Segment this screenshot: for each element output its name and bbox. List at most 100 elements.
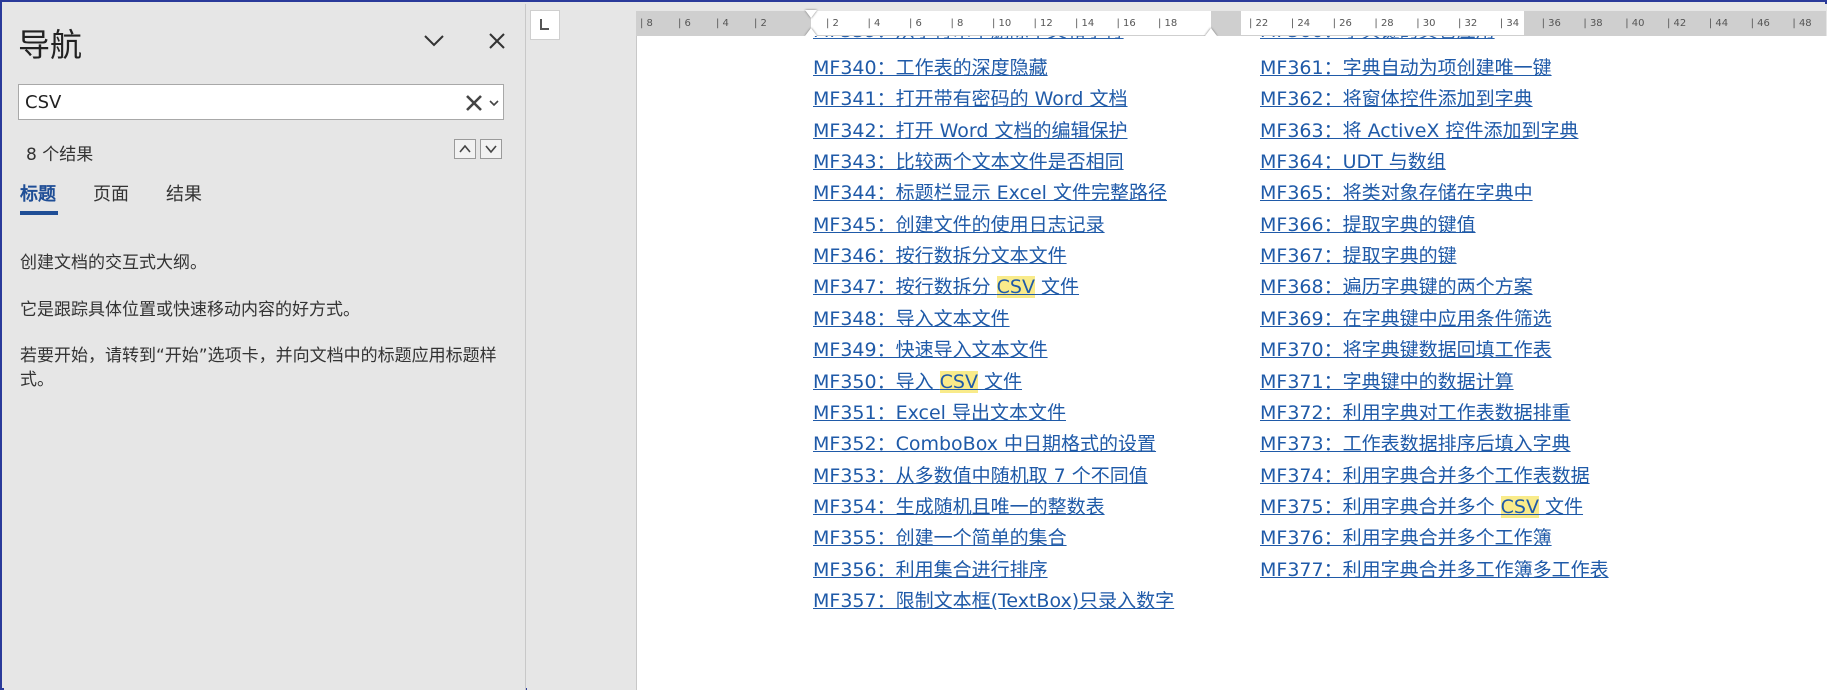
toc-link-text: MF371：字典键中的数据计算: [1260, 370, 1514, 393]
toc-link[interactable]: MF362：将窗体控件添加到字典: [1260, 87, 1533, 112]
toc-link-partial[interactable]: MF360：字典键的其它应用: [1260, 36, 1495, 44]
toc-link[interactable]: MF375：利用字典合并多个 CSV 文件: [1260, 495, 1583, 520]
ruler-tick-label: | 30: [1416, 18, 1436, 29]
toc-link[interactable]: MF377：利用字典合并多工作簿多工作表: [1260, 558, 1609, 583]
toc-link[interactable]: MF351：Excel 导出文本文件: [813, 401, 1066, 426]
toc-link-text: MF346：按行数拆分文本文件: [813, 245, 1067, 268]
ruler-tick-label: | 6: [678, 18, 691, 29]
toc-link[interactable]: MF374：利用字典合并多个工作表数据: [1260, 464, 1590, 489]
toc-link[interactable]: MF357：限制文本框(TextBox)只录入数字: [813, 589, 1174, 614]
toc-link[interactable]: MF373：工作表数据排序后填入字典: [1260, 432, 1571, 457]
toc-link[interactable]: MF355：创建一个简单的集合: [813, 526, 1067, 551]
ruler-tick-label: | 4: [867, 18, 881, 29]
ruler-tick-label: | 32: [1458, 18, 1478, 29]
close-pane-button[interactable]: [482, 26, 512, 56]
toc-link[interactable]: MF349：快速导入文本文件: [813, 338, 1048, 363]
toc-link[interactable]: MF341：打开带有密码的 Word 文档: [813, 87, 1128, 112]
nav-help-text: 创建文档的交互式大纲。: [20, 253, 207, 273]
ruler-tick-label: | 2: [754, 18, 767, 29]
previous-result-button[interactable]: [454, 139, 476, 159]
toc-link-text: MF348：导入文本文件: [813, 307, 1010, 330]
ruler-tick-label: | 2: [826, 18, 839, 29]
toc-link[interactable]: MF372：利用字典对工作表数据排重: [1260, 401, 1571, 426]
toc-link[interactable]: MF340：工作表的深度隐藏: [813, 56, 1048, 81]
result-count: 8 个结果: [26, 145, 94, 165]
toc-link[interactable]: MF365：将类对象存储在字典中: [1260, 181, 1533, 206]
toc-link[interactable]: MF350：导入 CSV 文件: [813, 370, 1022, 395]
toc-link-text: MF351：Excel 导出文本文件: [813, 401, 1066, 424]
toc-link-text: MF341：打开带有密码的 Word 文档: [813, 88, 1128, 111]
toc-link-text: MF369：在字典键中应用条件筛选: [1260, 307, 1552, 330]
ruler-tick-label: | 14: [1075, 18, 1095, 29]
nav-help-text: 它是跟踪具体位置或快速移动内容的好方式。: [20, 300, 360, 320]
toc-link-partial[interactable]: MF339：从字符串中删除中文和字符: [813, 36, 1124, 44]
horizontal-ruler[interactable]: | 8 | 6 | 4 | 2 | 2 | 4 | 6 | 8 | 10 | 12 | 14 | 16…: [636, 10, 1826, 36]
toc-link[interactable]: MF342：打开 Word 文档的编辑保护: [813, 119, 1128, 144]
ruler-tick-label: | 8: [640, 18, 653, 29]
toc-link[interactable]: MF370：将字典键数据回填工作表: [1260, 338, 1552, 363]
toc-link[interactable]: MF344：标题栏显示 Excel 文件完整路径: [813, 181, 1167, 206]
close-icon: [489, 33, 505, 49]
ruler-tick-label: | 48: [1792, 18, 1812, 29]
tab-selector[interactable]: [530, 10, 560, 40]
toc-link[interactable]: MF366：提取字典的键值: [1260, 213, 1476, 238]
toc-link-text: MF345：创建文件的使用日志记录: [813, 213, 1105, 236]
search-input[interactable]: [25, 88, 455, 116]
toc-link[interactable]: MF364：UDT 与数组: [1260, 150, 1446, 175]
toc-link[interactable]: MF361：字典自动为项创建唯一键: [1260, 56, 1552, 81]
hanging-indent-marker[interactable]: [805, 28, 817, 36]
toc-link[interactable]: MF369：在字典键中应用条件筛选: [1260, 307, 1552, 332]
toc-link[interactable]: MF348：导入文本文件: [813, 307, 1010, 332]
toc-link[interactable]: MF353：从多数值中随机取 7 个不同值: [813, 464, 1148, 489]
toc-link-text: MF375：利用字典合并多个: [1260, 495, 1501, 518]
first-line-indent-marker[interactable]: [805, 10, 817, 18]
nav-help-text: 若要开始，请转到“开始”选项卡，并向文档中的标题应用标题样式。: [20, 346, 497, 390]
right-indent-marker[interactable]: [1205, 28, 1217, 36]
ruler-tick-label: | 44: [1708, 18, 1729, 29]
next-result-button[interactable]: [480, 139, 502, 159]
ruler-tick-label: | 42: [1667, 18, 1687, 29]
toc-link-text: MF361：字典自动为项创建唯一键: [1260, 57, 1552, 79]
toc-link[interactable]: MF368：遍历字典键的两个方案: [1260, 275, 1533, 300]
toc-link[interactable]: MF371：字典键中的数据计算: [1260, 370, 1514, 395]
search-highlight: CSV: [996, 276, 1035, 299]
chevron-up-icon: [459, 144, 471, 153]
toc-link[interactable]: MF343：比较两个文本文件是否相同: [813, 150, 1124, 175]
left-tab-icon: [540, 19, 549, 30]
toc-link[interactable]: MF354：生成随机且唯一的整数表: [813, 495, 1105, 520]
toc-link-text: MF374：利用字典合并多个工作表数据: [1260, 464, 1590, 487]
toc-link[interactable]: MF346：按行数拆分文本文件: [813, 244, 1067, 269]
ruler-tick-label: | 46: [1750, 18, 1770, 29]
search-highlight: CSV: [1500, 495, 1539, 518]
toc-link[interactable]: MF363：将 ActiveX 控件添加到字典: [1260, 119, 1578, 144]
toc-link-text: MF367：提取字典的键: [1260, 245, 1457, 268]
tab-headings[interactable]: 标题: [20, 180, 56, 206]
pane-options-button[interactable]: [419, 28, 449, 54]
toc-link-text: MF362：将窗体控件添加到字典: [1260, 88, 1533, 111]
toc-link[interactable]: MF376：利用字典合并多个工作簿: [1260, 526, 1552, 551]
toc-link-text: MF350：导入: [813, 370, 940, 393]
search-box: [18, 84, 504, 120]
toc-link[interactable]: MF352：ComboBox 中日期格式的设置: [813, 432, 1156, 457]
toc-link-text: MF364：UDT 与数组: [1260, 151, 1446, 174]
tab-pages[interactable]: 页面: [93, 180, 129, 206]
ruler-tick-label: | 16: [1116, 18, 1136, 29]
clear-search-button[interactable]: [463, 92, 485, 114]
toc-link-text: MF373：工作表数据排序后填入字典: [1260, 433, 1571, 456]
tab-results[interactable]: 结果: [166, 180, 202, 206]
word-window: 导航 8: [0, 0, 1827, 690]
ruler-tick-label: | 38: [1583, 18, 1603, 29]
toc-link[interactable]: MF347：按行数拆分 CSV 文件: [813, 275, 1079, 300]
toc-link[interactable]: MF356：利用集合进行排序: [813, 558, 1048, 583]
chevron-down-icon: [424, 35, 444, 47]
toc-link-text: MF368：遍历字典键的两个方案: [1260, 276, 1533, 299]
toc-link[interactable]: MF345：创建文件的使用日志记录: [813, 213, 1105, 238]
toc-link-text: MF357：限制文本框(TextBox)只录入数字: [813, 589, 1175, 612]
toc-link-text: MF365：将类对象存储在字典中: [1260, 182, 1533, 205]
chevron-down-icon: [485, 145, 497, 154]
document-page[interactable]: MF339：从字符串中删除中文和字符 MF360：字典键的其它应用 MF340：工作…: [636, 36, 1827, 690]
toc-link[interactable]: MF367：提取字典的键: [1260, 244, 1457, 269]
nav-pane-title: 导航: [18, 26, 83, 64]
search-options-button[interactable]: [487, 95, 501, 109]
toc-link-text: MF356：利用集合进行排序: [813, 558, 1048, 581]
